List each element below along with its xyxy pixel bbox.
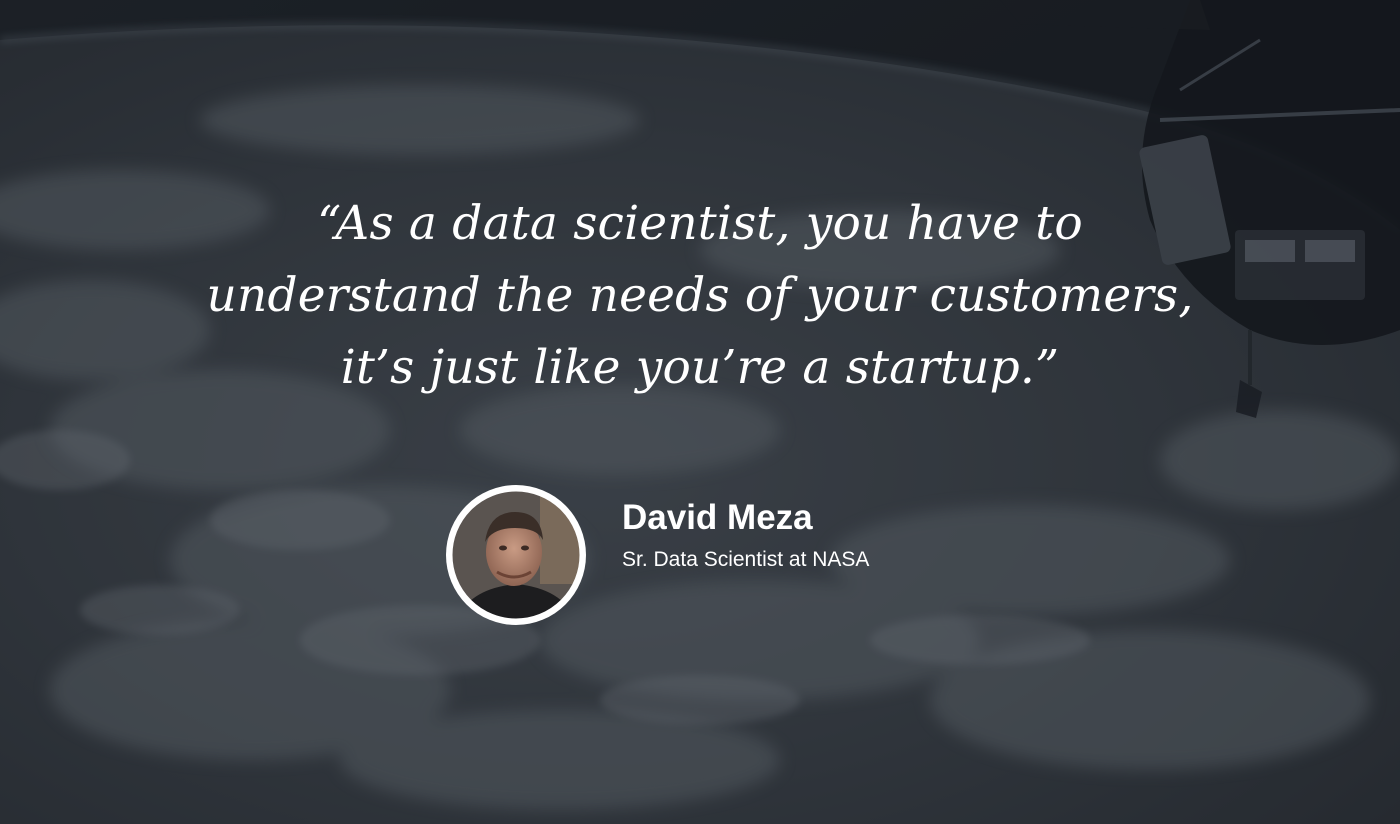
avatar [446,485,586,625]
speaker-name: David Meza [622,498,813,537]
earth-from-space-background [0,0,1400,824]
portrait-photo [452,491,580,619]
quote-line: “As a data scientist, you have to [317,196,1083,251]
quote-line: it’s just like you’re a startup.” [340,340,1060,395]
quote-card: “As a data scientist, you have to unders… [0,0,1400,824]
quote-line: understand the needs of your customers, [206,268,1194,323]
speaker-title: Sr. Data Scientist at NASA [622,548,870,571]
speaker-attribution: David Meza Sr. Data Scientist at NASA [445,484,1005,629]
quote-text: “As a data scientist, you have to unders… [150,188,1250,404]
